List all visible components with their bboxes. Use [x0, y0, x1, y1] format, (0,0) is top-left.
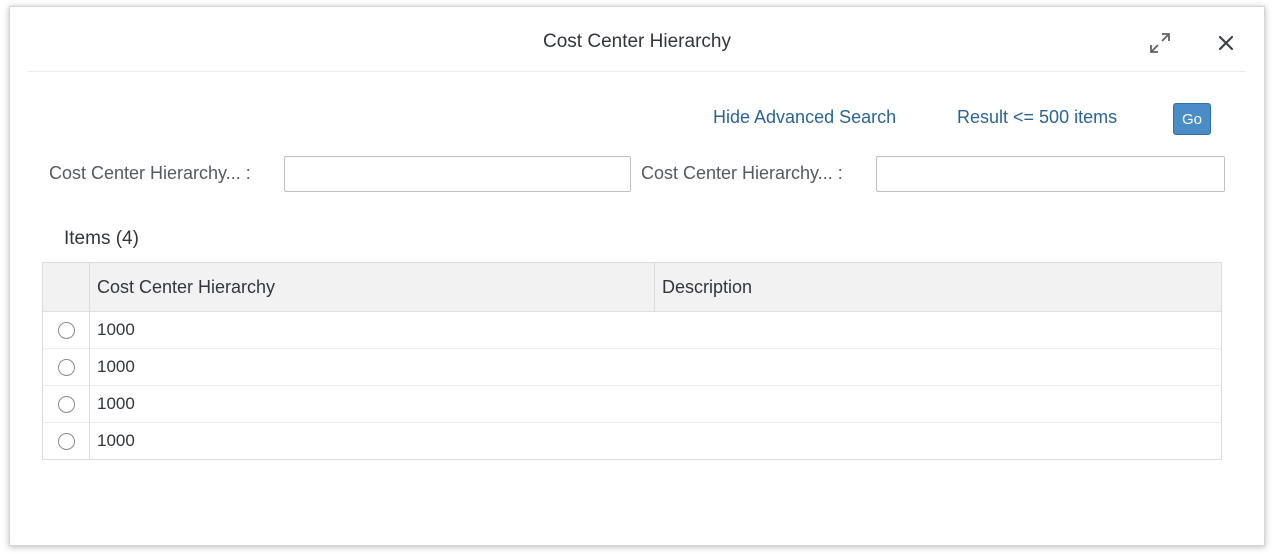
column-header-description[interactable]: Description [655, 263, 1221, 311]
value-help-dialog: Cost Center Hierarchy Hide Advanced Sear… [9, 6, 1265, 546]
select-column-header [43, 263, 90, 311]
close-icon [1218, 35, 1234, 51]
go-button[interactable]: Go [1173, 103, 1211, 135]
dialog-title: Cost Center Hierarchy [543, 31, 731, 52]
row-select-cell [43, 349, 90, 385]
filter-input-hierarchy-2[interactable] [876, 156, 1225, 192]
filter-label-hierarchy: Cost Center Hierarchy... : [49, 163, 251, 183]
resize-icon [1150, 33, 1170, 53]
cell-hierarchy: 1000 [97, 320, 135, 339]
row-select-cell [43, 312, 90, 348]
row-radio-button[interactable] [57, 321, 75, 339]
filter-label-hierarchy-2: Cost Center Hierarchy... : [641, 163, 843, 183]
row-radio-button[interactable] [57, 432, 75, 450]
filter-input-hierarchy[interactable] [284, 156, 631, 192]
row-radio-button[interactable] [57, 395, 75, 413]
cell-hierarchy: 1000 [97, 357, 135, 376]
row-select-cell [43, 423, 90, 459]
cell-hierarchy: 1000 [97, 394, 135, 413]
dialog-header: Cost Center Hierarchy [10, 7, 1264, 73]
row-select-cell [43, 386, 90, 422]
row-radio-button[interactable] [57, 358, 75, 376]
column-header-hierarchy[interactable]: Cost Center Hierarchy [90, 263, 655, 311]
table-row[interactable]: 1000 [43, 349, 1221, 386]
cell-hierarchy: 1000 [97, 431, 135, 450]
hide-advanced-search-link[interactable]: Hide Advanced Search [713, 107, 896, 128]
resize-button[interactable] [1146, 29, 1174, 57]
table-row[interactable]: 1000 [43, 386, 1221, 423]
items-table: Cost Center Hierarchy Description 1000 1… [42, 262, 1222, 460]
items-title: Items (4) [64, 228, 139, 249]
table-header: Cost Center Hierarchy Description [43, 263, 1221, 312]
table-row[interactable]: 1000 [43, 312, 1221, 349]
table-row[interactable]: 1000 [43, 423, 1221, 459]
close-button[interactable] [1212, 29, 1240, 57]
header-divider [28, 71, 1246, 72]
result-limit-link[interactable]: Result <= 500 items [957, 107, 1117, 128]
